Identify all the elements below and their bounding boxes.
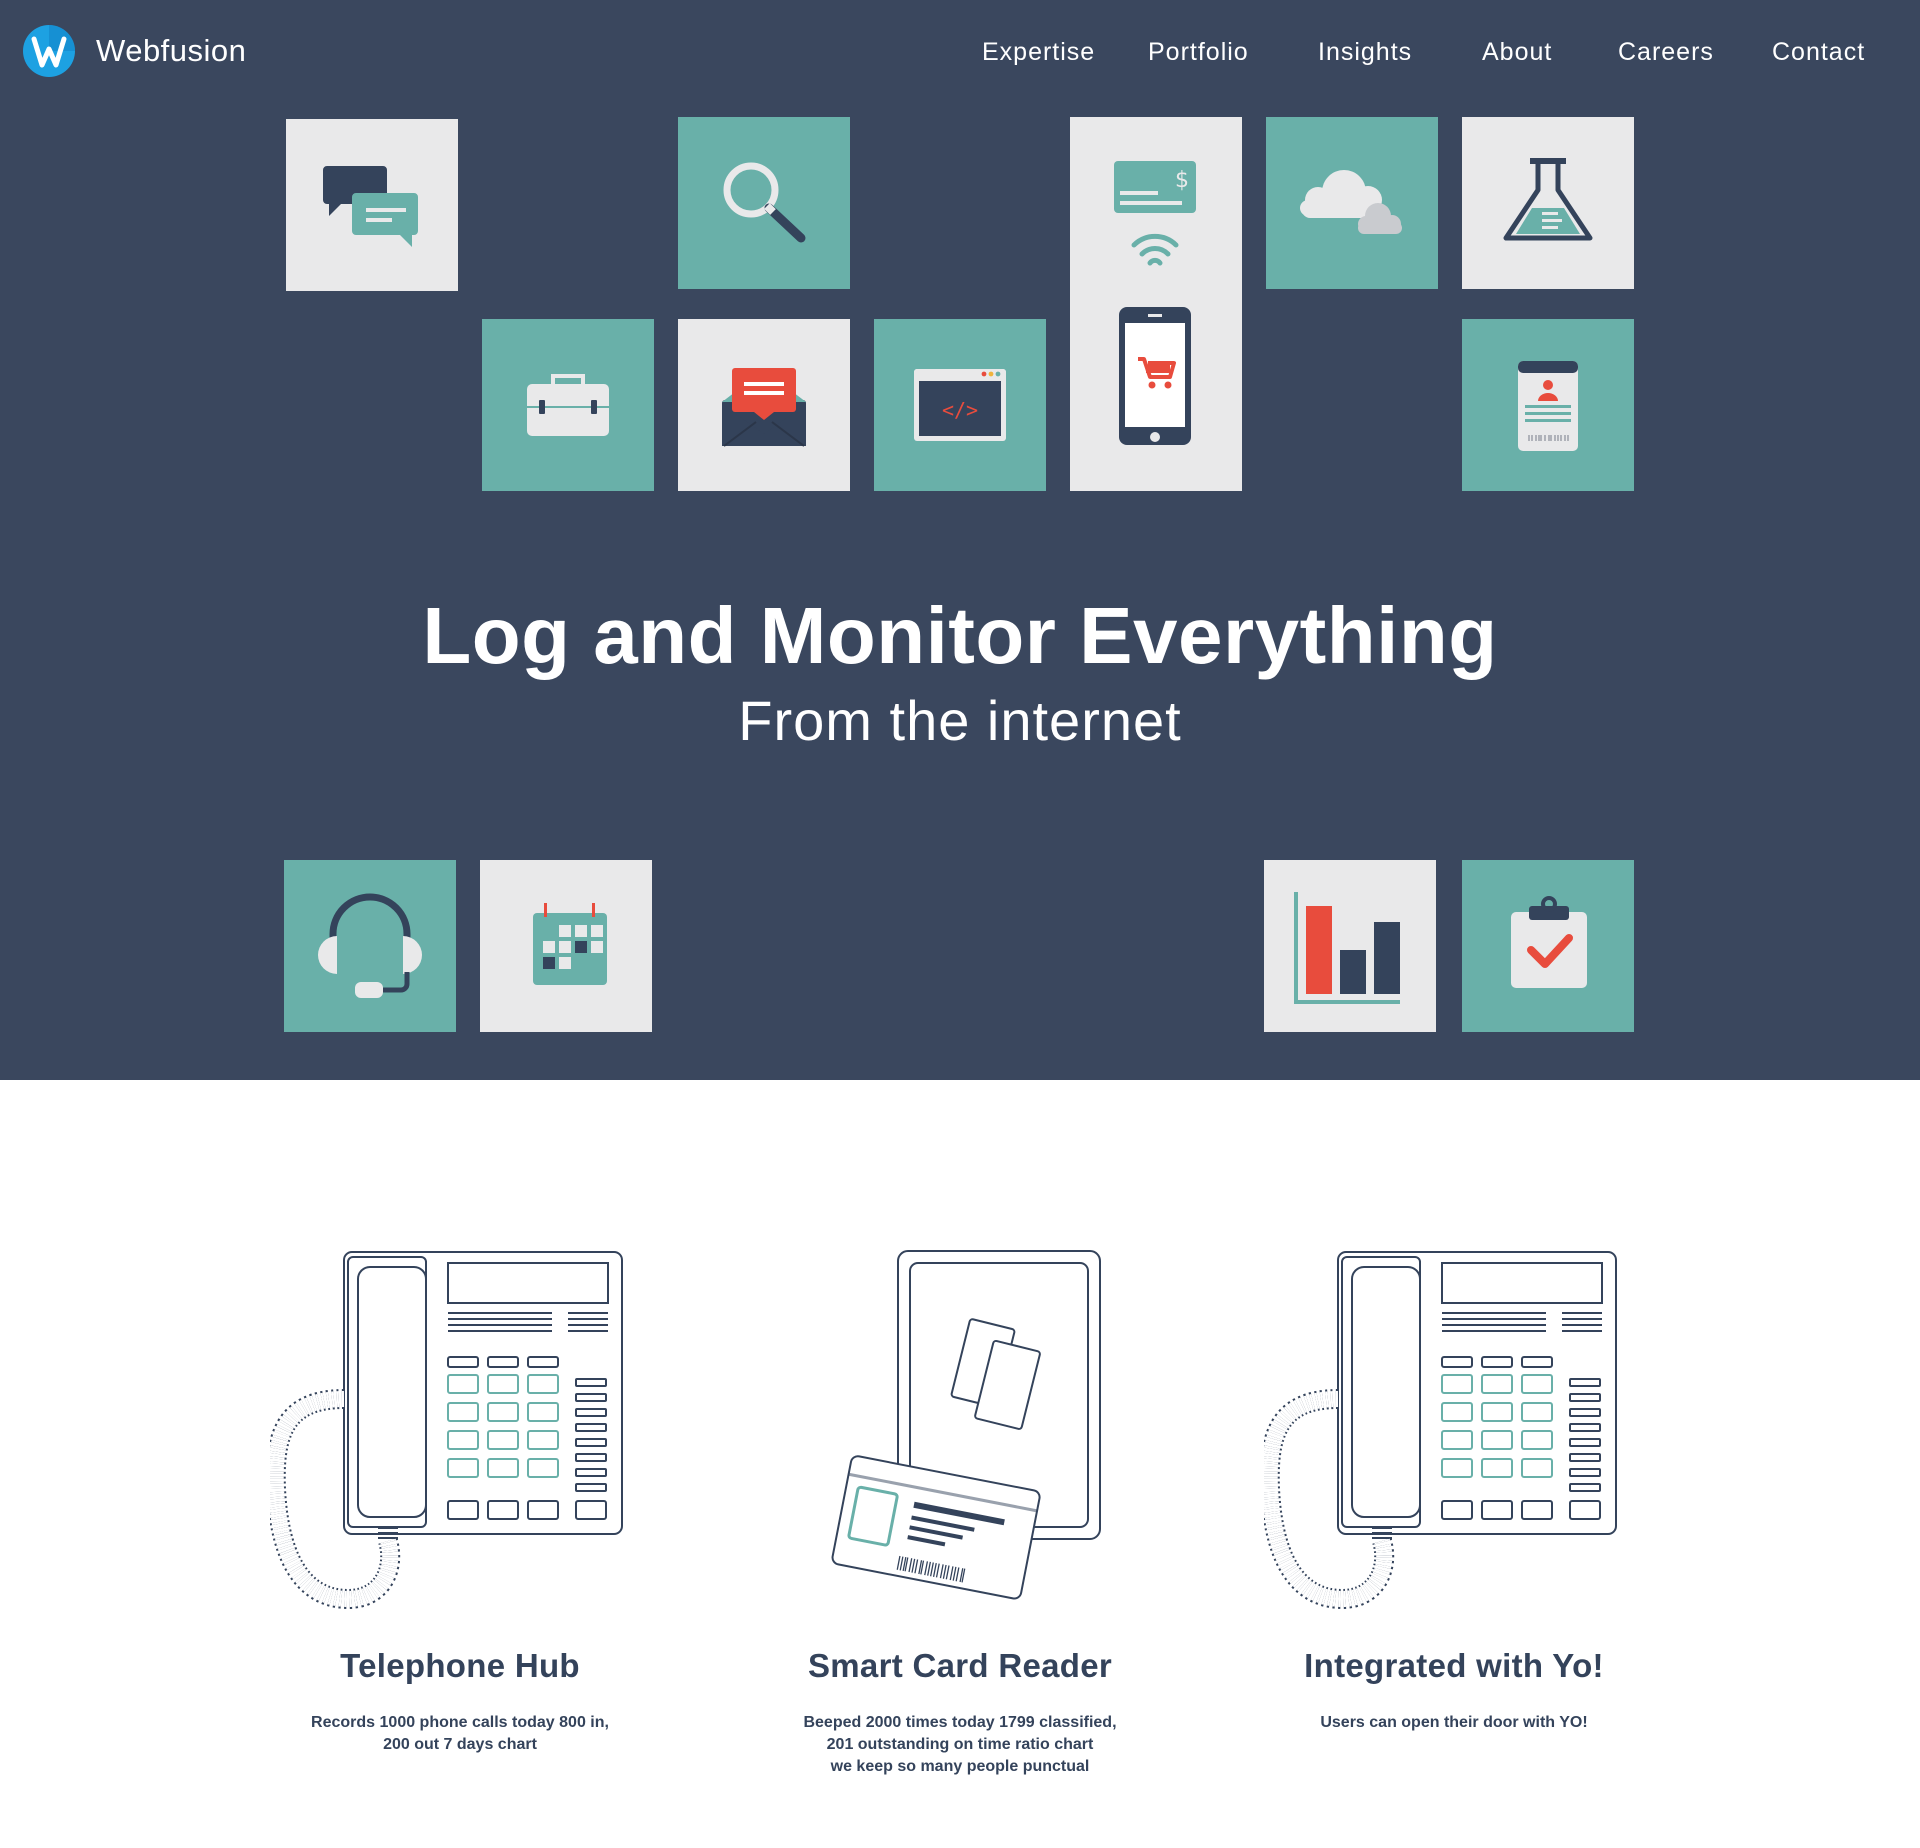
svg-text:$: $ <box>1175 168 1189 193</box>
tile-mobile-payment: $ <box>1070 117 1242 491</box>
tile-analytics <box>1264 860 1436 1032</box>
feature-description: Users can open their door with YO! <box>1320 1714 1588 1731</box>
calendar-icon <box>533 903 607 985</box>
magnifier-icon <box>723 162 806 243</box>
desk-telephone-icon <box>270 1251 623 1609</box>
tile-code: </> <box>874 319 1046 491</box>
smart-card-reader-icon <box>831 1250 1101 1600</box>
hero-title: Log and Monitor Everything <box>422 591 1498 680</box>
hero-subtitle: From the internet <box>738 689 1182 752</box>
main-nav: Expertise Portfolio Insights About Caree… <box>0 38 1920 72</box>
flask-icon <box>1503 158 1593 241</box>
headset-icon <box>318 893 422 998</box>
chat-bubbles-icon <box>323 166 418 247</box>
desk-telephone-icon <box>1264 1251 1617 1609</box>
nav-careers[interactable]: Careers <box>1618 38 1714 67</box>
briefcase-icon <box>527 374 609 436</box>
feature-description: Beeped 2000 times today 1799 classified,… <box>803 1714 1117 1775</box>
feature-title: Smart Card Reader <box>807 1647 1113 1684</box>
feature-smart-card-reader: Smart Card Reader Beeped 2000 times toda… <box>700 1225 1220 1775</box>
feature-integrated-with-yo: Integrated with Yo! Users can open their… <box>1194 1225 1714 1731</box>
nav-about[interactable]: About <box>1482 38 1552 67</box>
nav-portfolio[interactable]: Portfolio <box>1148 38 1249 67</box>
tile-briefcase <box>482 319 654 491</box>
feature-title: Integrated with Yo! <box>1304 1647 1604 1684</box>
feature-telephone-hub: Telephone Hub Records 1000 phone calls t… <box>200 1225 720 1753</box>
feature-description: Records 1000 phone calls today 800 in, 2… <box>311 1714 609 1753</box>
tile-email <box>678 319 850 491</box>
tile-calendar <box>480 860 652 1032</box>
feature-title: Telephone Hub <box>340 1647 580 1684</box>
tile-search <box>678 117 850 289</box>
envelope-icon <box>722 368 806 447</box>
bar-chart-icon <box>1294 892 1400 1004</box>
nav-expertise[interactable]: Expertise <box>982 38 1095 67</box>
hero-section: Webfusion Expertise Portfolio Insights A… <box>0 0 1920 1080</box>
tile-cloud <box>1266 117 1438 289</box>
code-window-icon: </> <box>914 369 1006 441</box>
clipboard-check-icon <box>1511 896 1587 988</box>
svg-text:</>: </> <box>942 398 978 422</box>
id-badge-icon <box>1518 361 1578 451</box>
tile-support <box>284 860 456 1032</box>
tile-chat <box>286 119 458 291</box>
nav-contact[interactable]: Contact <box>1772 38 1865 67</box>
nav-insights[interactable]: Insights <box>1318 38 1412 67</box>
payment-phone-icon: $ <box>1114 161 1196 445</box>
tile-id-badge <box>1462 319 1634 491</box>
tile-tasks <box>1462 860 1634 1032</box>
tile-lab <box>1462 117 1634 289</box>
cloud-icon <box>1300 170 1402 234</box>
